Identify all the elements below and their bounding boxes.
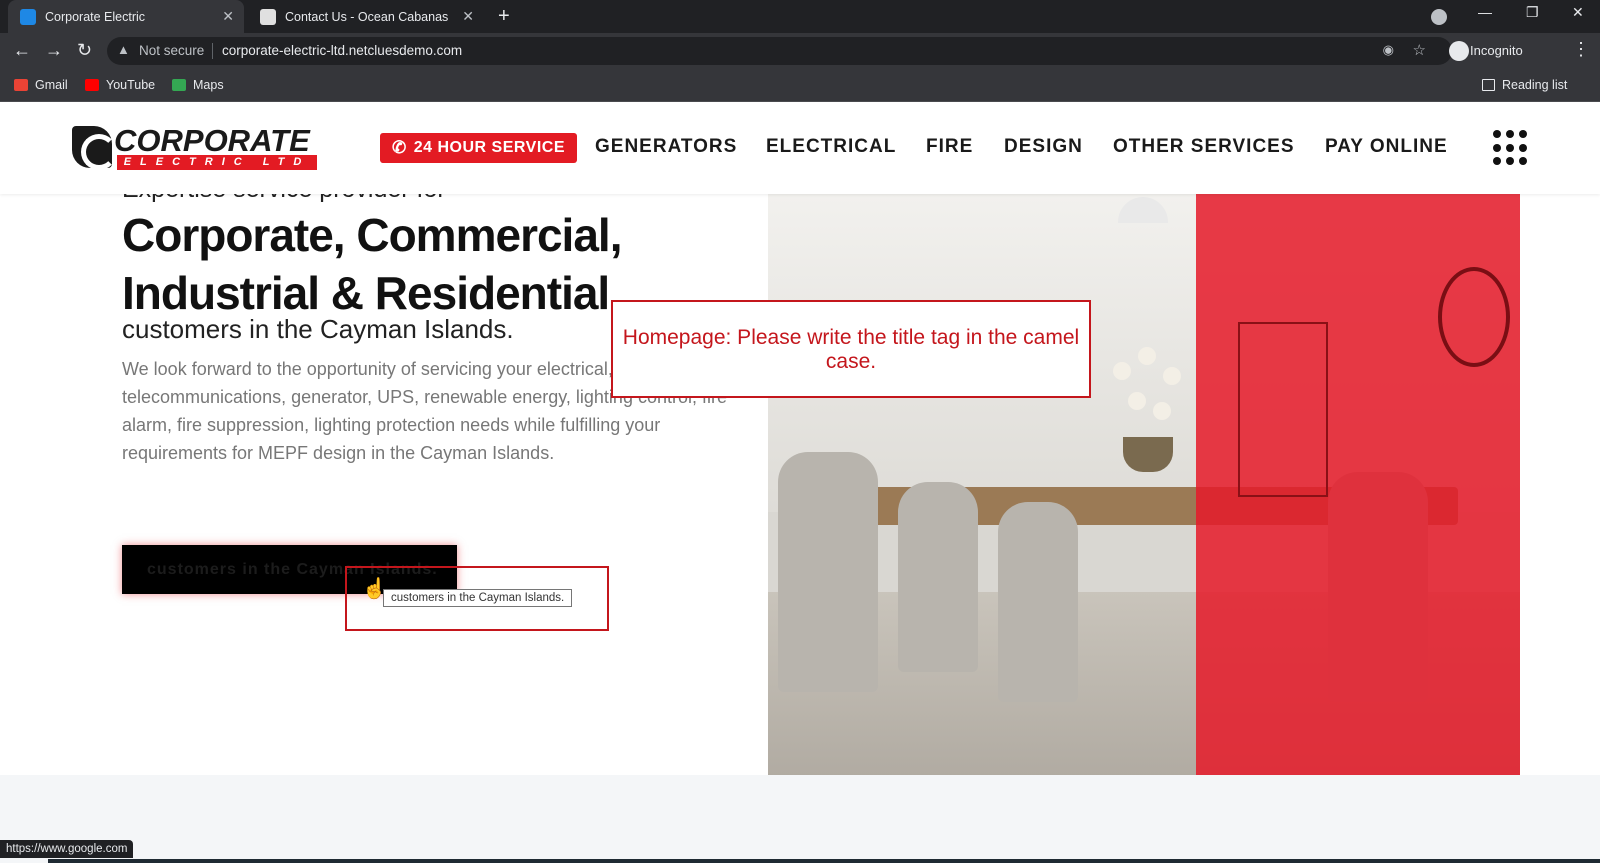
close-tab-icon[interactable]: ✕ bbox=[222, 8, 234, 25]
new-tab-plus-icon[interactable]: + bbox=[498, 5, 510, 28]
youtube-icon bbox=[85, 79, 99, 91]
tab-contact-us[interactable]: Contact Us - Ocean Cabanas ✕ bbox=[248, 0, 484, 33]
service-label: 24 HOUR SERVICE bbox=[413, 139, 565, 156]
address-separator bbox=[212, 43, 213, 59]
profile-label[interactable]: Incognito bbox=[1470, 43, 1523, 58]
tab-title: Contact Us - Ocean Cabanas bbox=[285, 9, 449, 24]
web-page: CORPORATE ELECTRIC LTD ✆ 24 HOUR SERVICE… bbox=[0, 102, 1600, 863]
title-tooltip: customers in the Cayman Islands. bbox=[383, 589, 573, 607]
bookmark-star-icon[interactable]: ☆ bbox=[1413, 41, 1426, 59]
bookmark-label: YouTube bbox=[106, 78, 156, 92]
close-tab-icon[interactable]: ✕ bbox=[462, 8, 474, 25]
site-favicon-icon bbox=[20, 8, 36, 25]
hero-subtitle: customers in the Cayman Islands. bbox=[122, 314, 514, 344]
site-header: CORPORATE ELECTRIC LTD ✆ 24 HOUR SERVICE… bbox=[0, 102, 1600, 194]
bookmark-label: Maps bbox=[193, 78, 224, 92]
logo-subtitle: ELECTRIC LTD bbox=[117, 155, 317, 170]
warning-triangle-icon: ▲ bbox=[117, 42, 130, 57]
forward-arrow-icon[interactable]: → bbox=[45, 40, 63, 61]
nav-pay-online[interactable]: PAY ONLINE bbox=[1325, 136, 1448, 158]
address-bar[interactable]: ▲ Not secure corporate-electric-ltd.netc… bbox=[107, 37, 1452, 65]
incognito-icon[interactable] bbox=[1449, 41, 1469, 61]
bookmark-maps[interactable]: Maps bbox=[172, 78, 224, 92]
reading-list-button[interactable]: Reading list bbox=[1502, 78, 1567, 92]
restore-icon[interactable]: ❐ bbox=[1526, 4, 1539, 21]
tab-title: Corporate Electric bbox=[45, 9, 146, 24]
back-arrow-icon[interactable]: ← bbox=[13, 40, 31, 61]
dining-room-image bbox=[768, 192, 1520, 836]
minimize-icon[interactable]: — bbox=[1478, 4, 1492, 20]
reload-icon[interactable]: ↻ bbox=[77, 40, 92, 61]
bottom-strip bbox=[48, 859, 1600, 863]
maps-icon bbox=[172, 79, 186, 91]
window-close-icon[interactable]: ✕ bbox=[1572, 4, 1584, 21]
tab-corporate-electric[interactable]: Corporate Electric ✕ bbox=[8, 0, 244, 33]
browser-toolbar: ← → ↻ ▲ Not secure corporate-electric-lt… bbox=[0, 33, 1600, 69]
tab-search-icon[interactable] bbox=[1431, 9, 1447, 25]
url-text[interactable]: corporate-electric-ltd.netcluesdemo.com bbox=[222, 43, 462, 58]
nav-other-services[interactable]: OTHER SERVICES bbox=[1113, 136, 1295, 158]
logo-mark-icon bbox=[72, 126, 117, 170]
bookmarks-bar: Gmail YouTube Maps Reading list bbox=[0, 69, 1600, 102]
page-favicon-icon bbox=[260, 8, 276, 25]
chrome-menu-icon[interactable]: ⋮ bbox=[1572, 39, 1590, 60]
nav-electrical[interactable]: ELECTRICAL bbox=[766, 136, 896, 158]
review-comment-box: Homepage: Please write the title tag in … bbox=[611, 300, 1091, 398]
reading-list-icon[interactable] bbox=[1482, 79, 1495, 91]
24-hour-service-button[interactable]: ✆ 24 HOUR SERVICE bbox=[380, 133, 577, 163]
wall-clock-icon bbox=[1438, 267, 1510, 367]
next-section bbox=[0, 775, 1600, 863]
bookmark-label: Gmail bbox=[35, 78, 68, 92]
bookmark-youtube[interactable]: YouTube bbox=[85, 78, 155, 92]
nav-fire[interactable]: FIRE bbox=[926, 136, 973, 158]
nav-generators[interactable]: GENERATORS bbox=[595, 136, 737, 158]
security-label: Not secure bbox=[139, 43, 205, 58]
status-bar-url: https://www.google.com bbox=[0, 840, 134, 858]
corporate-electric-logo[interactable]: CORPORATE ELECTRIC LTD bbox=[72, 123, 322, 170]
eye-off-icon[interactable]: ◉ bbox=[1383, 42, 1394, 58]
logo-word: CORPORATE bbox=[114, 123, 310, 158]
hand-cursor-icon: ☝ bbox=[362, 578, 387, 600]
browser-tab-bar: Corporate Electric ✕ Contact Us - Ocean … bbox=[0, 0, 1600, 33]
bookmark-gmail[interactable]: Gmail bbox=[14, 78, 68, 92]
apps-grid-menu-icon[interactable] bbox=[1493, 130, 1529, 166]
phone-icon: ✆ bbox=[392, 138, 407, 157]
gmail-icon bbox=[14, 79, 28, 91]
nav-design[interactable]: DESIGN bbox=[1004, 136, 1083, 158]
